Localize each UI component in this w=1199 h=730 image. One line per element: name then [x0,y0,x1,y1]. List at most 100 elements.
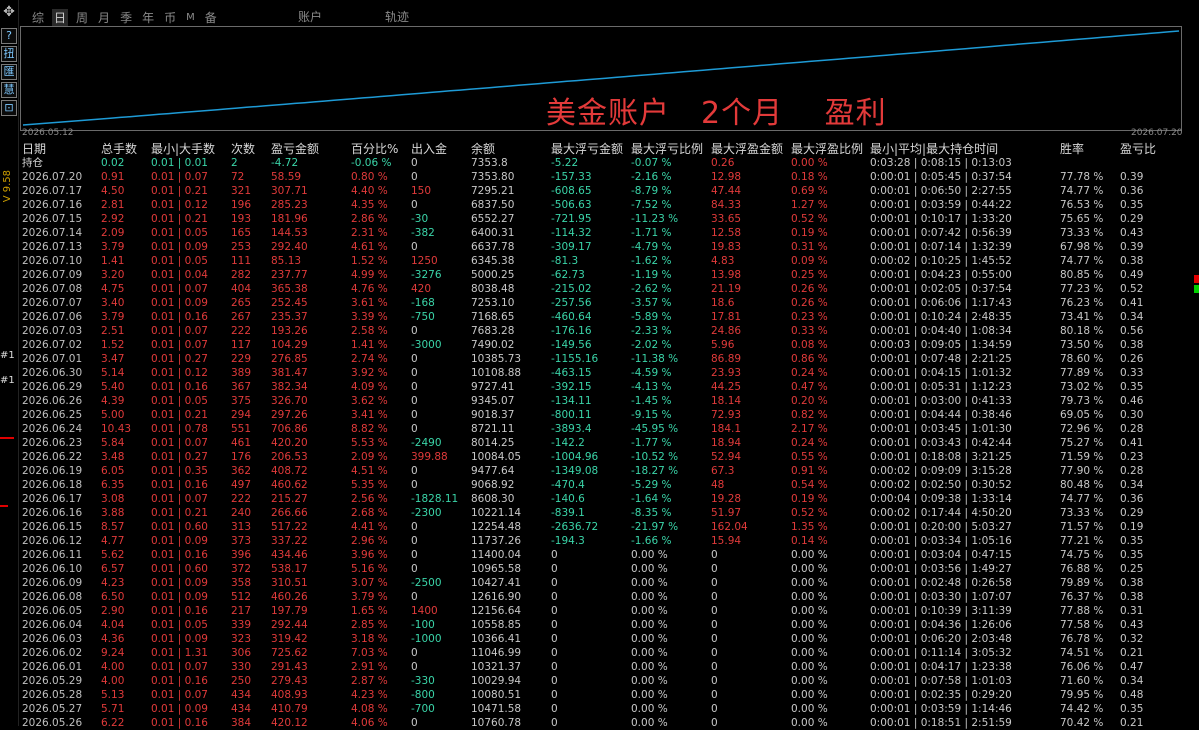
table-cell: 285.23 [271,199,308,211]
table-cell: 0.00 % [631,549,668,561]
table-row[interactable]: 2026.07.01 3.47 0.01 | 0.27 229 276.85 2.74 %… [20,352,1185,366]
table-row[interactable]: 2026.05.28 5.13 0.01 | 0.07 434 408.93 4.23 %… [20,688,1185,702]
table-cell: 0.29 [1120,507,1144,519]
table-cell: -21.97 % [631,521,679,533]
table-cell: 0.01 | 0.07 [151,437,208,449]
table-cell: 0:03:28 | 0:08:15 | 0:13:03 [870,157,1012,169]
table-row[interactable]: 2026.06.05 2.90 0.01 | 0.16 217 197.79 1.65 %… [20,604,1185,618]
table-row[interactable]: 2026.06.09 4.23 0.01 | 0.09 358 310.51 3.07 %… [20,576,1185,590]
tab-period-3[interactable]: 月 [96,9,112,26]
table-cell: -5.22 [551,157,579,169]
table-row[interactable]: 2026.06.12 4.77 0.01 | 0.09 373 337.22 2.96 %… [20,534,1185,548]
table-cell: 6400.31 [471,227,515,239]
tab-period-0[interactable]: 综 [30,9,46,26]
table-row[interactable]: 2026.07.07 3.40 0.01 | 0.09 265 252.45 3.61 %… [20,296,1185,310]
table-cell: 12254.48 [471,521,522,533]
table-row[interactable]: 2026.05.27 5.71 0.01 | 0.09 434 410.79 4.08 %… [20,702,1185,716]
table-cell: 77.90 % [1060,465,1104,477]
table-cell: -3893.4 [551,423,592,435]
tab-period-6[interactable]: 币 [162,9,178,26]
table-cell: 229 [231,353,252,365]
table-row[interactable]: 2026.06.16 3.88 0.01 | 0.21 240 266.66 2.68 %… [20,506,1185,520]
table-row[interactable]: 2026.06.24 10.43 0.01 | 0.78 551 706.86 8.82 … [20,422,1185,436]
tab-period-8[interactable]: 备 [203,9,219,26]
table-cell: 0.54 % [791,479,828,491]
table-cell: 2.09 [101,227,125,239]
table-row[interactable]: 2026.07.09 3.20 0.01 | 0.04 282 237.77 4.99 %… [20,268,1185,282]
table-row[interactable]: 2026.06.18 6.35 0.01 | 0.16 497 460.62 5.35 %… [20,478,1185,492]
holding-row[interactable]: 持仓 0.02 0.01 | 0.01 2 -4.72 -0.06 % 0 7353.8 -5.… [20,156,1185,170]
toolbar-button-3[interactable]: 慧 [1,82,17,98]
table-row[interactable]: 2026.06.29 5.40 0.01 | 0.16 367 382.34 4.09 %… [20,380,1185,394]
tab-period-7[interactable]: M [184,12,197,23]
table-row[interactable]: 2026.06.23 5.84 0.01 | 0.07 461 420.20 5.53 %… [20,436,1185,450]
table-row[interactable]: 2026.05.26 6.22 0.01 | 0.16 384 420.12 4.06 %… [20,716,1185,730]
table-row[interactable]: 2026.06.04 4.04 0.01 | 0.05 339 292.44 2.85 %… [20,618,1185,632]
table-cell: 24.86 [711,325,742,337]
tab-account[interactable]: 账户 [298,8,322,25]
table-cell: 0:00:01 | 0:03:30 | 1:07:07 [870,591,1012,603]
column-header: 胜率 [1060,142,1085,156]
table-row[interactable]: 2026.07.13 3.79 0.01 | 0.09 253 292.40 4.61 %… [20,240,1185,254]
table-cell: 2026.06.15 [22,521,83,533]
table-cell: 2026.06.05 [22,605,83,617]
table-cell: 0.01 | 0.16 [151,381,208,393]
table-row[interactable]: 2026.06.08 6.50 0.01 | 0.09 512 460.26 3.79 %… [20,590,1185,604]
table-cell: 0.01 | 0.07 [151,339,208,351]
table-row[interactable]: 2026.06.01 4.00 0.01 | 0.07 330 291.43 2.91 %… [20,660,1185,674]
table-cell: 165 [231,227,252,239]
table-cell: 6.22 [101,717,125,729]
table-row[interactable]: 2026.06.02 9.24 0.01 | 1.31 306 725.62 7.03 %… [20,646,1185,660]
table-row[interactable]: 2026.07.02 1.52 0.01 | 0.07 117 104.29 1.41 %… [20,338,1185,352]
table-row[interactable]: 2026.07.14 2.09 0.01 | 0.05 165 144.53 2.31 %… [20,226,1185,240]
table-row[interactable]: 2026.07.16 2.81 0.01 | 0.12 196 285.23 4.35 %… [20,198,1185,212]
table-row[interactable]: 2026.07.20 0.91 0.01 | 0.07 72 58.59 0.80 % 0 7… [20,170,1185,184]
table-row[interactable]: 2026.07.03 2.51 0.01 | 0.07 222 193.26 2.58 %… [20,324,1185,338]
daily-stats-table: 日期 总手数 最小|大手数 次数 盈亏金额 百分比% 出入金 余额 最大浮亏金额 最大浮亏比例 最大… [20,142,1185,730]
toolbar-button-2[interactable]: 匯 [1,64,17,80]
toolbar-button-1[interactable]: 扭 [1,46,17,62]
table-cell: 6.57 [101,563,125,575]
table-row[interactable]: 2026.07.17 4.50 0.01 | 0.21 321 307.71 4.40 %… [20,184,1185,198]
table-cell: 10321.37 [471,661,522,673]
table-row[interactable]: 2026.06.17 3.08 0.01 | 0.07 222 215.27 2.56 %… [20,492,1185,506]
table-row[interactable]: 2026.06.10 6.57 0.01 | 0.60 372 538.17 5.16 %… [20,562,1185,576]
table-cell: 4.41 % [351,521,388,533]
tab-period-2[interactable]: 周 [74,9,90,26]
table-row[interactable]: 2026.06.25 5.00 0.01 | 0.21 294 297.26 3.41 %… [20,408,1185,422]
toolbar-button-4[interactable]: ⊡ [1,100,17,116]
table-cell: 2026.06.30 [22,367,83,379]
table-cell: 0.01 | 0.07 [151,493,208,505]
table-row[interactable]: 2026.06.22 3.48 0.01 | 0.27 176 206.53 2.09 %… [20,450,1185,464]
table-row[interactable]: 2026.06.26 4.39 0.01 | 0.05 375 326.70 3.62 %… [20,394,1185,408]
table-cell: 4.50 [101,185,125,197]
tab-period-4[interactable]: 季 [118,9,134,26]
column-header: 日期 [22,142,47,156]
table-cell: 217 [231,605,252,617]
table-row[interactable]: 2026.07.08 4.75 0.01 | 0.07 404 365.38 4.76 %… [20,282,1185,296]
tab-track[interactable]: 轨迹 [385,8,409,25]
table-row[interactable]: 2026.06.11 5.62 0.01 | 0.16 396 434.46 3.96 %… [20,548,1185,562]
table-row[interactable]: 2026.07.10 1.41 0.01 | 0.05 111 85.13 1.52 % 1… [20,254,1185,268]
table-row[interactable]: 2026.06.30 5.14 0.01 | 0.12 389 381.47 3.92 %… [20,366,1185,380]
table-row[interactable]: 2026.06.19 6.05 0.01 | 0.35 362 408.72 4.51 %… [20,464,1185,478]
table-row[interactable]: 2026.06.03 4.36 0.01 | 0.09 323 319.42 3.18 %… [20,632,1185,646]
table-cell: 2026.05.26 [22,717,83,729]
table-cell: -18.27 % [631,465,679,477]
table-cell: 0:00:01 | 0:07:42 | 0:56:39 [870,227,1012,239]
table-cell: 408.72 [271,465,308,477]
table-cell: 382.34 [271,381,308,393]
table-row[interactable]: 2026.05.29 4.00 0.01 | 0.16 250 279.43 2.87 %… [20,674,1185,688]
table-cell: 11046.99 [471,647,522,659]
table-row[interactable]: 2026.07.15 2.92 0.01 | 0.21 193 181.96 2.86 %… [20,212,1185,226]
table-cell: -11.23 % [631,213,679,225]
table-cell: 5.16 % [351,563,388,575]
table-row[interactable]: 2026.07.06 3.79 0.01 | 0.16 267 235.37 3.39 %… [20,310,1185,324]
tab-period-1[interactable]: 日 [52,8,69,26]
help-button[interactable]: ? [1,28,17,44]
table-row[interactable]: 2026.06.15 8.57 0.01 | 0.60 313 517.22 4.41 %… [20,520,1185,534]
tab-period-5[interactable]: 年 [140,9,156,26]
table-cell: 2026.06.24 [22,423,83,435]
table-cell: 0 [411,325,418,337]
move-icon[interactable]: ✥ [1,4,17,20]
